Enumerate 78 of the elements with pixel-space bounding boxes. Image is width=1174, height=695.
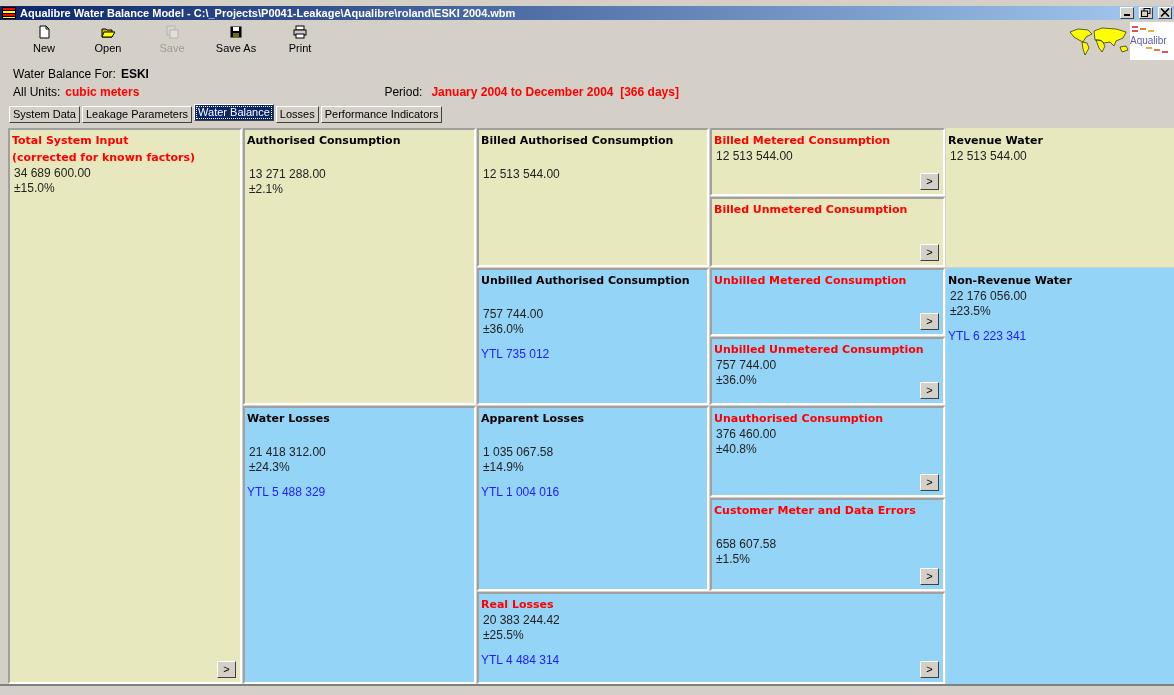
uncertainty-value: ±24.3% [248,460,291,475]
volume-value: 21 418 312.00 [248,445,327,460]
volume-value: 34 689 600.00 [13,166,92,181]
uncertainty-value: ±25.5% [482,628,525,643]
new-file-icon [37,24,51,39]
panel-subtitle: (corrected for known factors) [12,150,197,166]
volume-value: 376 460.00 [715,427,778,442]
units-label: All Units: [13,84,61,99]
panel-title: Non-Revenue Water [948,273,1073,289]
close-icon [1160,8,1170,18]
volume-value: 12 513 544.00 [715,149,794,164]
panel-title: Revenue Water [948,133,1044,149]
restore-button[interactable] [1139,6,1153,19]
panel-title: Total System Input [12,133,130,149]
panel-title: Authorised Consumption [247,133,402,149]
volume-value: 757 744.00 [715,358,778,373]
uncertainty-value: ±1.5% [715,552,751,567]
details-button[interactable]: > [920,244,939,261]
toolbar-button[interactable]: Save As [204,19,268,60]
details-button[interactable]: > [920,313,939,330]
restore-icon [1141,8,1151,18]
volume-value: 12 513 544.00 [482,167,561,182]
details-button[interactable]: > [920,568,939,585]
aqualibre-logo: Aqualibr [1130,21,1174,60]
printer-icon [293,24,307,39]
details-button[interactable]: > [920,661,939,678]
tab[interactable]: Losses [275,105,319,123]
details-button[interactable]: > [920,474,939,491]
cost-value: YTL 5 488 329 [247,485,327,499]
volume-value: 1 035 067.58 [482,445,555,460]
volume-value: 20 383 244.42 [482,613,561,628]
volume-value: 22 176 056.00 [949,289,1028,304]
panel-title: Water Losses [247,411,331,427]
panel-title: Billed Authorised Consumption [481,133,675,149]
panel-title: Real Losses [481,597,555,613]
details-button[interactable]: > [920,173,939,190]
balance-name: ESKI [120,66,149,81]
panel-title: Unbilled Unmetered Consumption [714,342,925,358]
tab[interactable]: System Data [9,105,80,123]
uncertainty-value: ±15.0% [13,181,56,196]
panel-title: Apparent Losses [481,411,586,427]
period-label: Period: [384,84,423,99]
details-button[interactable]: > [920,382,939,399]
tab[interactable]: Water Balance [194,103,274,121]
app-icon [2,6,16,19]
minimize-button[interactable] [1120,6,1134,19]
tab[interactable]: Performance Indicators [320,105,443,123]
period-value: January 2004 to December 2004 [366 days] [431,84,679,99]
units-value: cubic meters [65,84,140,99]
tab[interactable]: Leakage Parameters [81,105,193,123]
window-title: Aqualibre Water Balance Model - C:\_Projects\P0041-Leakage\Aqualibre\roland\ESKI 2004.wbm [20,6,517,19]
uncertainty-value: ±23.5% [949,304,992,319]
details-button[interactable]: > [217,661,236,678]
uncertainty-value: ±36.0% [715,373,758,388]
panel-title: Customer Meter and Data Errors [714,503,917,519]
panel-title: Billed Metered Consumption [714,133,892,149]
uncertainty-value: ±36.0% [482,322,525,337]
volume-value: 13 271 288.00 [248,167,327,182]
toolbar-button[interactable]: Print [268,19,332,60]
uncertainty-value: ±2.1% [248,182,284,197]
cost-value: YTL 6 223 341 [948,329,1028,343]
uncertainty-value: ±40.8% [715,442,758,457]
volume-value: 658 607.58 [715,537,778,552]
close-button[interactable] [1158,6,1172,19]
balance-label: Water Balance For: [13,66,116,81]
volume-value: 12 513 544.00 [949,149,1028,164]
panel-title: Unauthorised Consumption [714,411,885,427]
cost-value: YTL 1 004 016 [481,485,561,499]
panel-title: Unbilled Authorised Consumption [481,273,691,289]
panel-title: Unbilled Metered Consumption [714,273,908,289]
toolbar-button[interactable]: Open [76,19,140,60]
volume-value: 757 744.00 [482,307,545,322]
cost-value: YTL 735 012 [481,347,551,361]
uncertainty-value: ±14.9% [482,460,525,475]
panel-title: Billed Unmetered Consumption [714,202,909,218]
world-map-icon [1068,25,1130,56]
cost-value: YTL 4 484 314 [481,653,561,667]
toolbar-button[interactable]: New [12,19,76,60]
